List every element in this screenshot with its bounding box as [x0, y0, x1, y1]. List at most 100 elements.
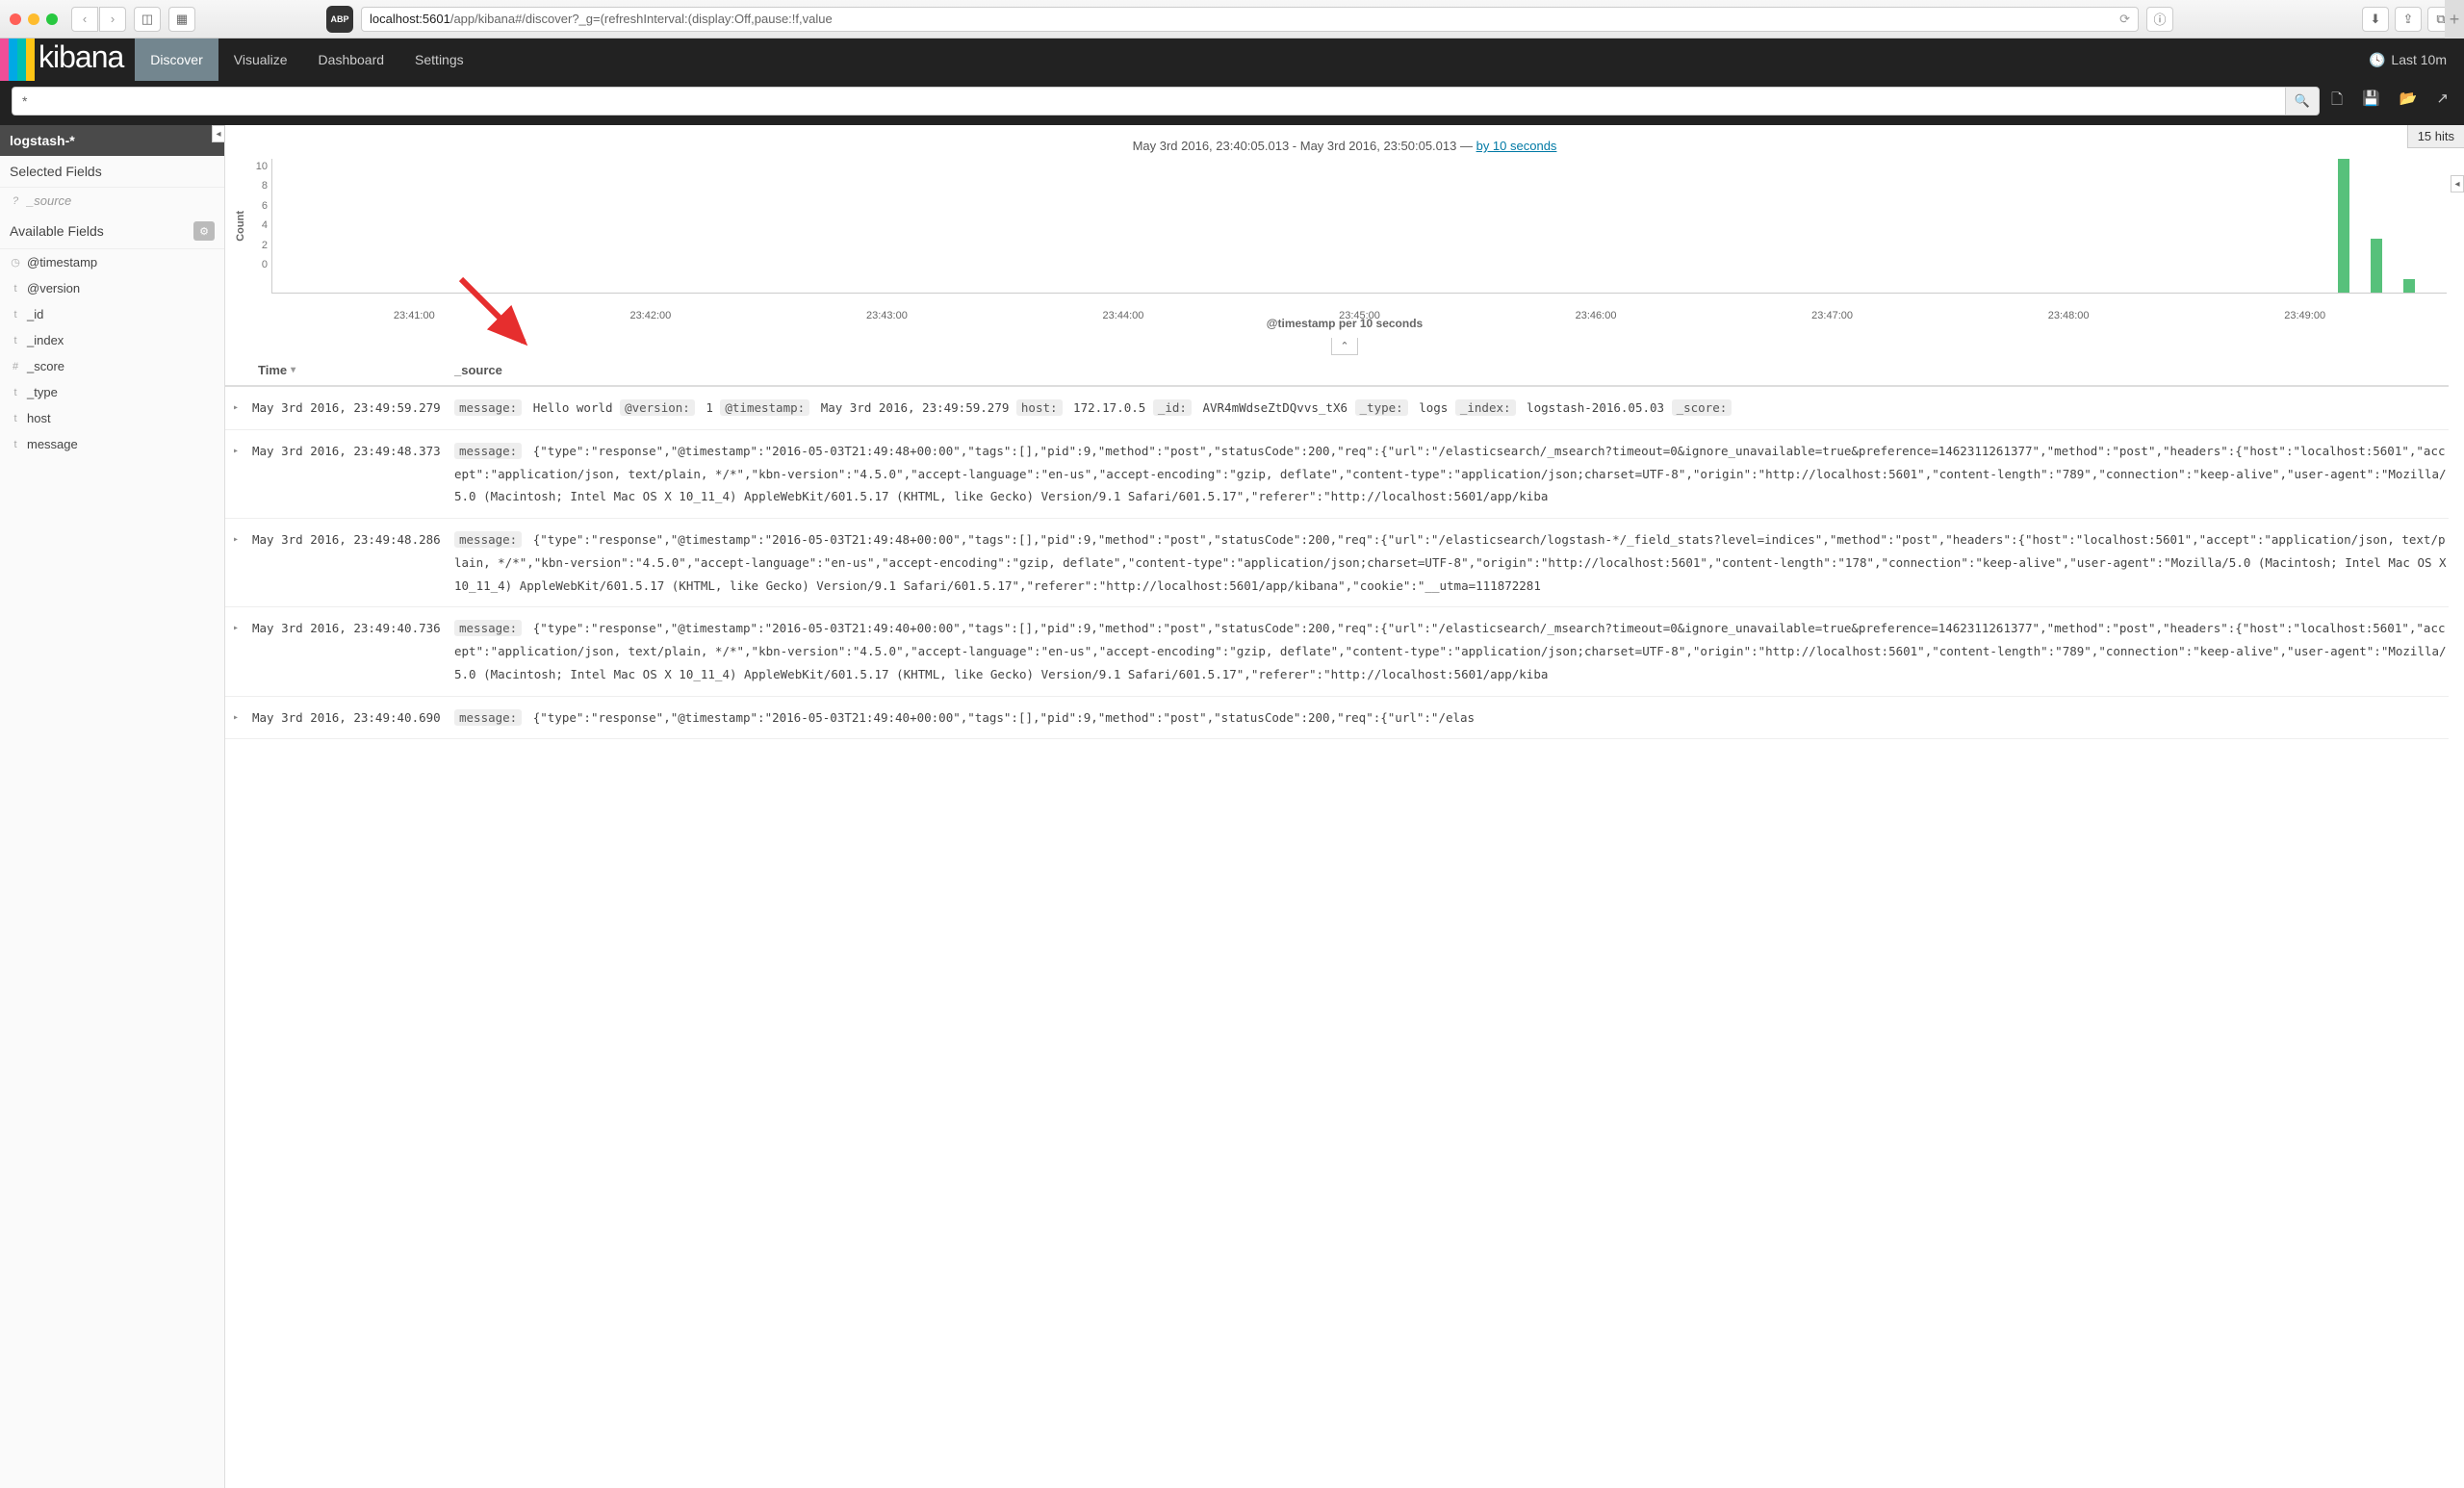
field-index[interactable]: t_index	[0, 327, 224, 353]
kibana-logo: kibana	[35, 39, 135, 81]
logo-stripe-icon	[0, 38, 35, 81]
nav-dashboard[interactable]: Dashboard	[303, 38, 400, 81]
collapse-sidebar-icon[interactable]: ◂	[212, 125, 225, 142]
chart-bar[interactable]	[2403, 279, 2415, 293]
back-button[interactable]: ‹	[71, 7, 98, 32]
field-id[interactable]: t_id	[0, 301, 224, 327]
open-search-icon[interactable]: 📂	[2400, 90, 2418, 114]
tabs-grid-icon[interactable]: ▦	[168, 7, 195, 32]
chart-xaxis: 23:41:0023:42:0023:43:0023:44:0023:45:00…	[272, 306, 2447, 310]
share-icon[interactable]: ⇪	[2395, 7, 2422, 32]
adblock-icon[interactable]: ABP	[326, 6, 353, 33]
traffic-lights	[10, 13, 58, 25]
chart-yaxis: 1086420	[248, 159, 271, 294]
toolbar-icons: 🗋 💾 📂 ↗	[2331, 90, 2452, 114]
sidebar-toggle-icon[interactable]: ◫	[134, 7, 161, 32]
search-box: 🔍	[12, 87, 2320, 115]
field-type-icon: t	[10, 439, 21, 450]
field-type-icon: t	[10, 413, 21, 424]
results-table: Time ▾ _source ▸May 3rd 2016, 23:49:59.2…	[225, 355, 2464, 1488]
nav-discover[interactable]: Discover	[135, 38, 218, 81]
kibana-header: kibana DiscoverVisualizeDashboardSetting…	[0, 38, 2464, 81]
chart-plot: 23:41:0023:42:0023:43:0023:44:0023:45:00…	[271, 159, 2447, 294]
expand-row-icon[interactable]: ▸	[233, 528, 252, 597]
field-type-icon: #	[10, 361, 21, 372]
search-icon: 🔍	[2295, 93, 2310, 109]
maximize-window-icon[interactable]	[46, 13, 58, 25]
field-label: _source	[27, 193, 71, 208]
row-source: message: {"type":"response","@timestamp"…	[454, 528, 2449, 597]
selected-fields-heading: Selected Fields	[0, 156, 224, 188]
url-host: localhost:5601	[370, 12, 450, 26]
table-header: Time ▾ _source	[225, 355, 2449, 387]
new-search-icon[interactable]: 🗋	[2331, 90, 2343, 114]
table-row: ▸May 3rd 2016, 23:49:48.373message: {"ty…	[225, 430, 2449, 519]
table-row: ▸May 3rd 2016, 23:49:40.690message: {"ty…	[225, 697, 2449, 740]
hits-count: 15 hits	[2407, 125, 2464, 148]
field-score[interactable]: #_score	[0, 353, 224, 379]
collapse-chart-icon[interactable]: ⌃	[1331, 338, 1358, 355]
expand-row-icon[interactable]: ▸	[233, 440, 252, 508]
search-input[interactable]	[12, 87, 2285, 115]
col-time-header[interactable]: Time ▾	[252, 363, 454, 377]
interval-link[interactable]: by 10 seconds	[1476, 139, 1557, 153]
expand-row-icon[interactable]: ▸	[233, 397, 252, 420]
nav-arrows: ‹ ›	[71, 7, 126, 32]
available-fields-label: Available Fields	[10, 223, 104, 239]
url-bar[interactable]: localhost:5601/app/kibana#/discover?_g=(…	[361, 7, 2139, 32]
close-window-icon[interactable]	[10, 13, 21, 25]
field-timestamp[interactable]: ◷@timestamp	[0, 249, 224, 275]
field-type-icon: t	[10, 387, 21, 398]
table-row: ▸May 3rd 2016, 23:49:48.286message: {"ty…	[225, 519, 2449, 607]
expand-row-icon[interactable]: ▸	[233, 617, 252, 685]
field-list: ◷@timestampt@versiont_idt_index#_scoret_…	[0, 249, 224, 457]
row-source: message: {"type":"response","@timestamp"…	[454, 617, 2449, 685]
reader-icon[interactable]: ⓘ	[2146, 7, 2173, 32]
search-button[interactable]: 🔍	[2285, 87, 2320, 115]
time-picker[interactable]: 🕓 Last 10m	[2369, 52, 2464, 68]
selected-field-source[interactable]: ? _source	[0, 188, 224, 214]
col-source-header: _source	[454, 363, 2449, 377]
histogram-chart[interactable]: Count 1086420 23:41:0023:42:0023:43:0023…	[225, 159, 2464, 294]
main-nav: DiscoverVisualizeDashboardSettings	[135, 38, 478, 81]
row-time: May 3rd 2016, 23:49:48.373	[252, 440, 454, 508]
field-type-icon: t	[10, 283, 21, 295]
sort-desc-icon: ▾	[291, 365, 295, 375]
forward-button[interactable]: ›	[99, 7, 126, 32]
table-row: ▸May 3rd 2016, 23:49:40.736message: {"ty…	[225, 607, 2449, 696]
field-type-icon: t	[10, 335, 21, 346]
field-message[interactable]: tmessage	[0, 431, 224, 457]
question-icon: ?	[10, 195, 21, 207]
table-body: ▸May 3rd 2016, 23:49:59.279message: Hell…	[225, 387, 2449, 739]
share-search-icon[interactable]: ↗	[2436, 90, 2449, 114]
field-type-icon: ◷	[10, 256, 21, 269]
field-type-icon: t	[10, 309, 21, 321]
search-row: 🔍 🗋 💾 📂 ↗	[0, 81, 2464, 125]
row-time: May 3rd 2016, 23:49:48.286	[252, 528, 454, 597]
minimize-window-icon[interactable]	[28, 13, 39, 25]
index-pattern-selector[interactable]: logstash-*	[0, 125, 224, 156]
field-version[interactable]: t@version	[0, 275, 224, 301]
clock-icon: 🕓	[2369, 52, 2385, 68]
row-time: May 3rd 2016, 23:49:40.736	[252, 617, 454, 685]
expand-row-icon[interactable]: ▸	[233, 706, 252, 730]
nav-settings[interactable]: Settings	[399, 38, 479, 81]
url-path: /app/kibana#/discover?_g=(refreshInterva…	[450, 12, 833, 26]
field-host[interactable]: thost	[0, 405, 224, 431]
row-source: message: {"type":"response","@timestamp"…	[454, 706, 2449, 730]
save-search-icon[interactable]: 💾	[2362, 90, 2380, 114]
table-row: ▸May 3rd 2016, 23:49:59.279message: Hell…	[225, 387, 2449, 430]
main-layout: ◂ logstash-* Selected Fields ? _source A…	[0, 125, 2464, 1488]
downloads-icon[interactable]: ⬇	[2362, 7, 2389, 32]
new-tab-button[interactable]: +	[2445, 0, 2464, 38]
chart-bar[interactable]	[2371, 239, 2382, 293]
row-source: message: Hello world @version: 1 @timest…	[454, 397, 2449, 420]
reload-icon[interactable]: ⟳	[2119, 12, 2130, 27]
chart-title: May 3rd 2016, 23:40:05.013 - May 3rd 201…	[225, 125, 2464, 159]
row-source: message: {"type":"response","@timestamp"…	[454, 440, 2449, 508]
chart-bar[interactable]	[2338, 159, 2349, 293]
field-type[interactable]: t_type	[0, 379, 224, 405]
available-fields-heading: Available Fields ⚙	[0, 214, 224, 249]
gear-icon[interactable]: ⚙	[193, 221, 215, 241]
nav-visualize[interactable]: Visualize	[218, 38, 303, 81]
